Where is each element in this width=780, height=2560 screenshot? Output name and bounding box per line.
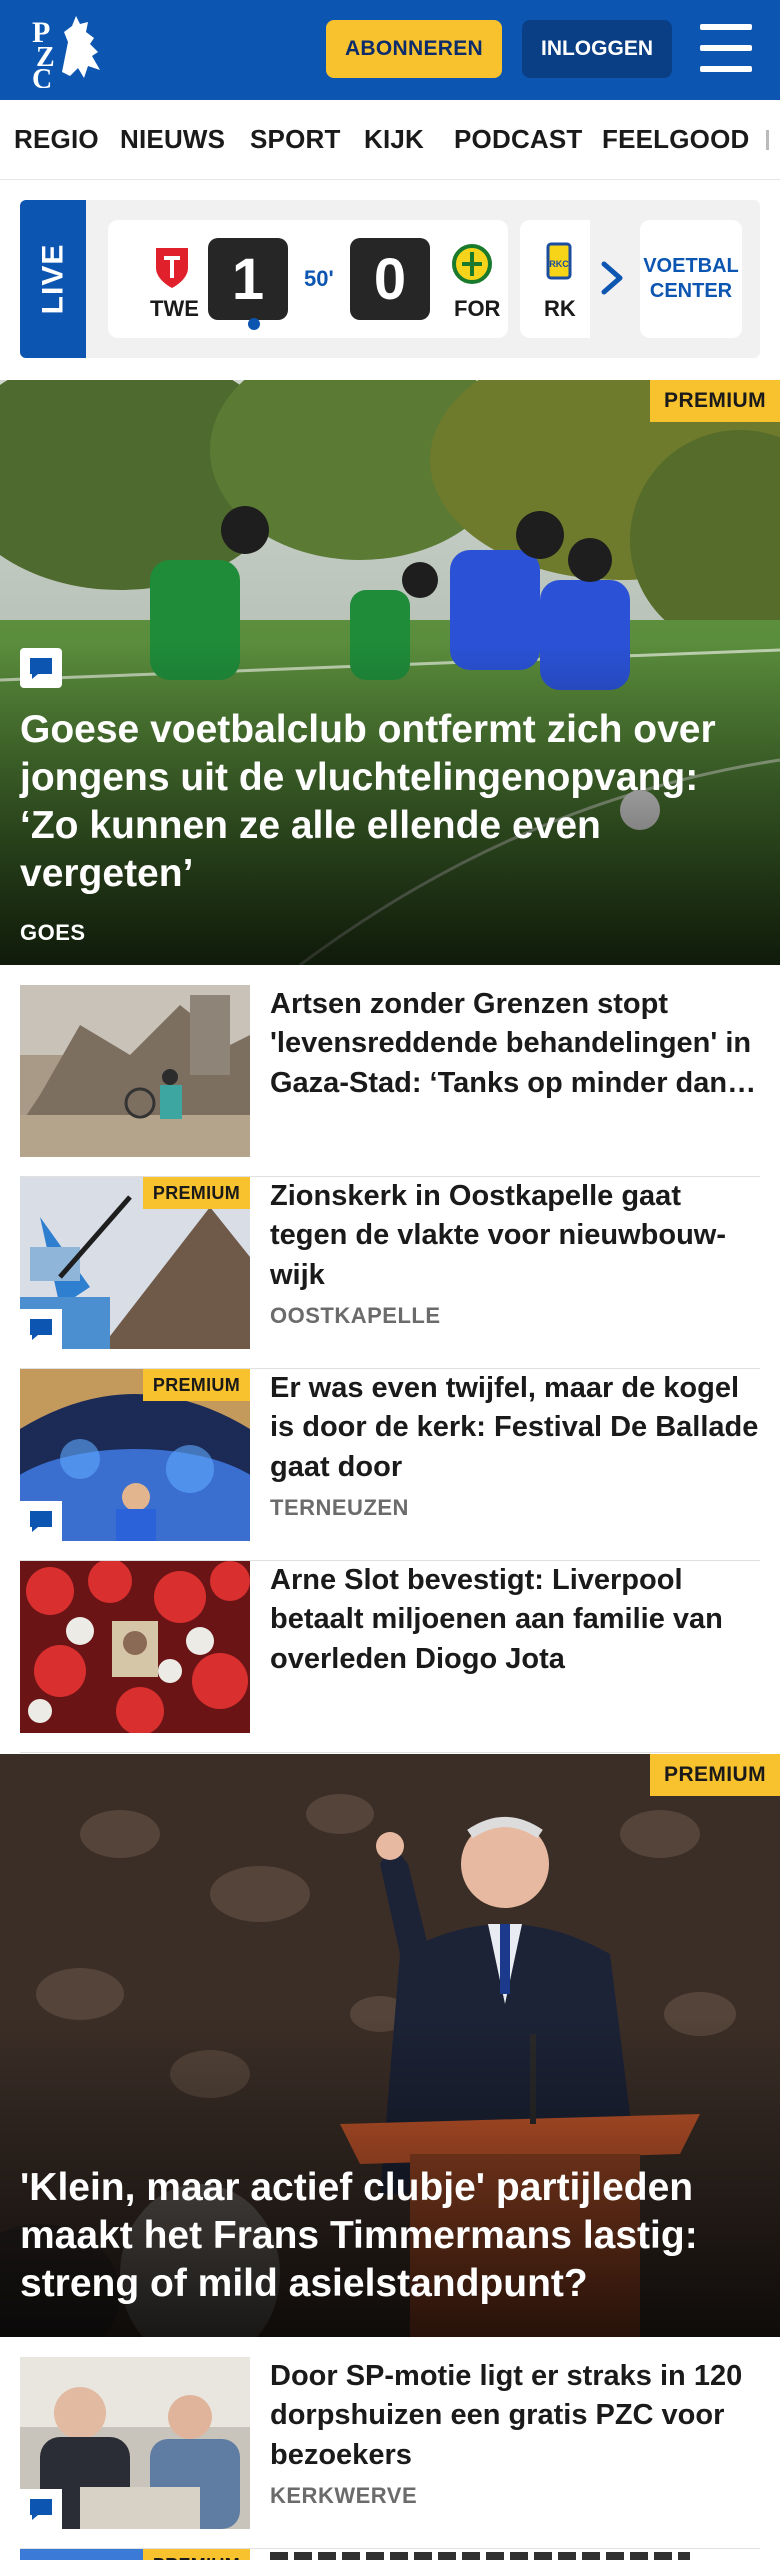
hero-title[interactable]: 'Klein, maar actief clubje' partijleden … <box>20 2164 760 2308</box>
nav-overflow-divider <box>766 130 769 150</box>
article-title[interactable]: Door SP-motie ligt er straks in 120 dorp… <box>270 2357 760 2475</box>
article-location: OOSTKAPELLE <box>270 1303 441 1328</box>
site-header: P Z C ABONNEREN INLOGGEN <box>0 0 780 100</box>
article-thumbnail: PREMIUM <box>20 1177 250 1349</box>
live-indicator-dot <box>248 318 260 330</box>
voetbal-center-button[interactable]: VOETBAL CENTER <box>640 220 742 338</box>
next-match-card[interactable]: RKC RK <box>520 220 590 338</box>
next-article-title-peek[interactable] <box>270 2552 690 2560</box>
comment-icon <box>20 2489 62 2529</box>
article-title[interactable]: Artsen zonder Grenzen stopt 'levensredde… <box>270 985 760 1103</box>
away-team-abbr: FOR <box>454 296 501 321</box>
chevron-right-icon[interactable] <box>598 258 626 298</box>
away-score: 0 <box>350 238 430 320</box>
article-thumbnail <box>20 1561 250 1733</box>
comment-icon <box>20 1501 62 1541</box>
nav-item-feelgood[interactable]: FEELGOOD <box>602 124 750 155</box>
match-minute: 50' <box>304 266 334 291</box>
nav-item-podcast[interactable]: PODCAST <box>454 124 583 155</box>
comment-icon <box>20 1309 62 1349</box>
next-article-thumbnail-peek[interactable]: PREMIUM <box>20 2549 250 2560</box>
list-item[interactable]: Arne Slot bevestigt: Liverpool betaalt m… <box>20 1561 760 1753</box>
twente-crest-icon <box>156 248 188 288</box>
list-item[interactable]: PREMIUM Er was even twijfel, maar de kog… <box>20 1369 760 1561</box>
article-title[interactable]: Er was even twijfel, maar de kogel is do… <box>270 1369 760 1487</box>
premium-badge: PREMIUM <box>142 1369 250 1401</box>
live-score-bar: LIVE TWE 1 50' 0 FOR RKC RK VOETBAL CENTE… <box>20 200 760 358</box>
match-card[interactable]: TWE 1 50' 0 FOR <box>108 220 508 338</box>
nav-item-sport[interactable]: SPORT <box>250 124 341 155</box>
pzc-logo[interactable]: P Z C <box>28 12 114 95</box>
list-item[interactable]: Door SP-motie ligt er straks in 120 dorp… <box>20 2357 760 2549</box>
article-title[interactable]: Zionskerk in Oostkapelle gaat tegen de v… <box>270 1177 760 1295</box>
hero-title[interactable]: Goese voetbalclub ontfermt zich over jon… <box>20 706 760 898</box>
article-title[interactable]: Arne Slot bevestigt: Liverpool betaalt m… <box>270 1561 760 1679</box>
rkc-crest-icon: RKC <box>546 242 572 280</box>
nav-item-kijk[interactable]: KIJK <box>364 124 424 155</box>
svg-text:C: C <box>32 64 52 88</box>
list-item[interactable]: PREMIUM Zionskerk in Oostkapelle gaat te… <box>20 1177 760 1369</box>
hero-location: GOES <box>20 920 86 945</box>
premium-badge: PREMIUM <box>650 380 780 422</box>
hero-article-football[interactable]: PREMIUM Goese voetbalclub ontfermt zich … <box>0 380 780 965</box>
live-tag: LIVE <box>20 200 86 358</box>
svg-text:RKC: RKC <box>549 259 569 269</box>
article-thumbnail <box>20 985 250 1157</box>
hamburger-menu-icon[interactable] <box>700 24 752 72</box>
article-thumbnail <box>20 2357 250 2529</box>
premium-badge: PREMIUM <box>142 2549 250 2560</box>
list-item[interactable]: Artsen zonder Grenzen stopt 'levensredde… <box>20 985 760 1177</box>
hero-article-timmermans[interactable]: PREMIUM 'Klein, maar actief clubje' part… <box>0 1754 780 2337</box>
comment-icon <box>20 648 62 688</box>
article-thumbnail: PREMIUM <box>20 1369 250 1541</box>
nav-item-nieuws[interactable]: NIEUWS <box>120 124 225 155</box>
article-location: TERNEUZEN <box>270 1495 409 1520</box>
next-team-abbr: RK <box>544 296 576 321</box>
home-team-abbr: TWE <box>150 296 199 321</box>
login-button[interactable]: INLOGGEN <box>522 20 672 78</box>
fortuna-crest-icon <box>452 244 492 284</box>
subscribe-button[interactable]: ABONNEREN <box>326 20 502 78</box>
premium-badge: PREMIUM <box>142 1177 250 1209</box>
home-score: 1 <box>208 238 288 320</box>
nav-item-regio[interactable]: REGIO <box>14 124 99 155</box>
article-location: KERKWERVE <box>270 2483 418 2508</box>
premium-badge: PREMIUM <box>650 1754 780 1796</box>
section-nav: REGIO NIEUWS SPORT KIJK PODCAST FEELGOOD <box>0 100 780 180</box>
